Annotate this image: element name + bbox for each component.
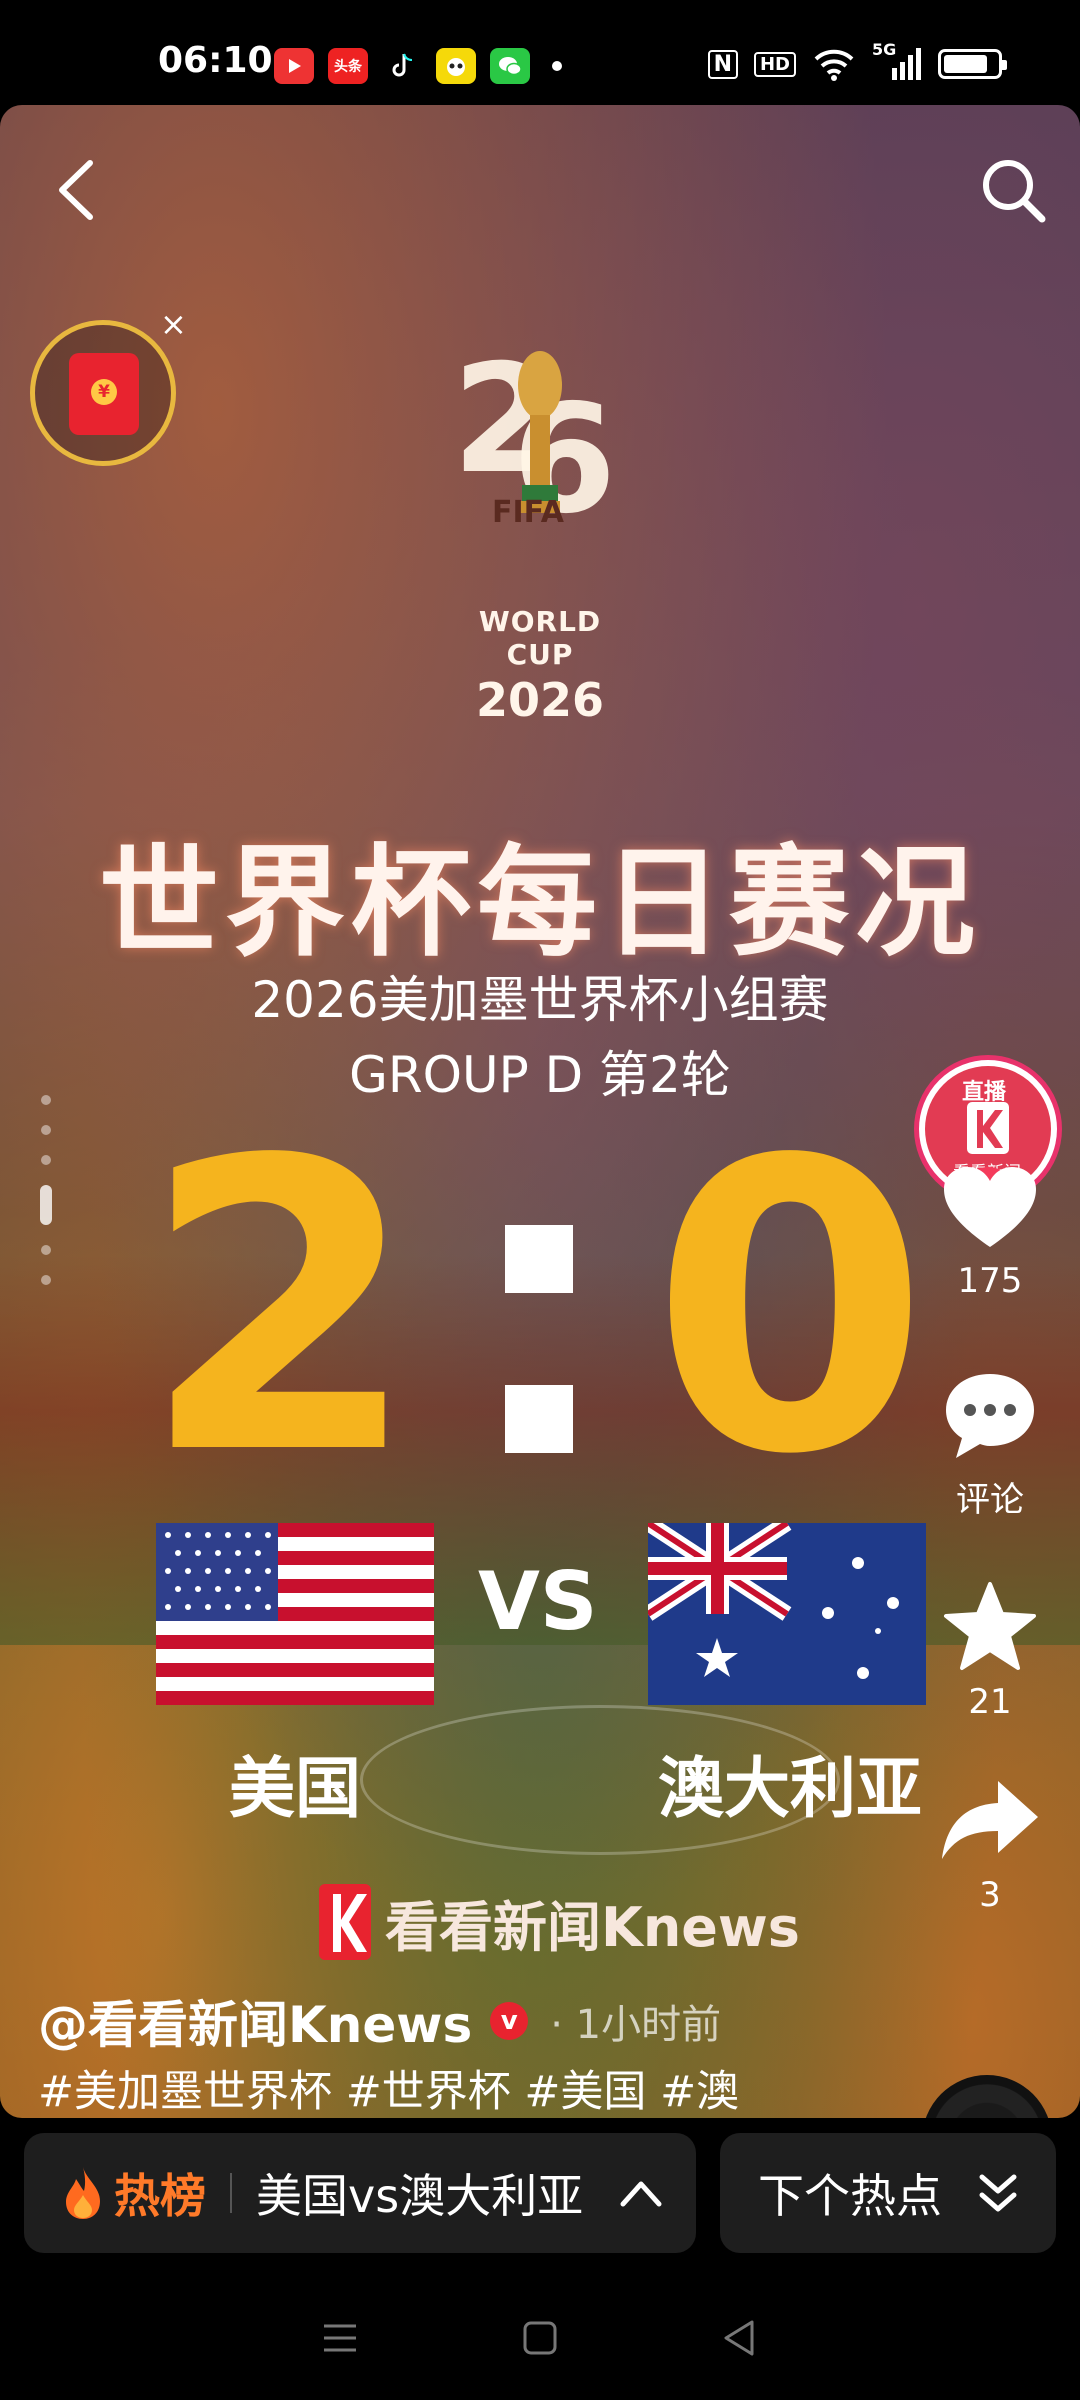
- cell-signal-icon: 5G: [872, 40, 922, 82]
- share-button[interactable]: 3: [920, 1775, 1060, 1915]
- status-right: N HD 5G: [707, 40, 1007, 82]
- knews-watermark: 看看新闻Knews: [315, 1880, 800, 1964]
- favorite-count: 21: [968, 1682, 1012, 1722]
- world-cup-wordmark: WORLD CUP 2026: [475, 605, 605, 727]
- score-colon-top: [505, 1225, 573, 1293]
- favorite-button[interactable]: 21: [920, 1580, 1060, 1722]
- next-hot-label: 下个热点: [758, 2169, 942, 2223]
- comment-button[interactable]: 评论: [920, 1370, 1060, 1521]
- home-icon[interactable]: [520, 2318, 560, 2358]
- red-packet-close-icon[interactable]: ×: [160, 305, 187, 343]
- carousel-indicator: [38, 1095, 54, 1305]
- battery-icon: [938, 49, 1007, 79]
- video-subtitle: 2026美加墨世界杯小组赛: [251, 971, 829, 1029]
- nfc-icon: N: [707, 49, 738, 79]
- share-icon: [942, 1781, 1038, 1859]
- divider: [230, 2173, 232, 2213]
- video-player[interactable]: ¥ × 2 6 FIFA WORLD CUP 2026 世界杯每日赛况 2026…: [0, 105, 1080, 2118]
- trophy-icon: [518, 351, 562, 513]
- like-count: 175: [957, 1261, 1023, 1301]
- fire-icon: [66, 2167, 100, 2219]
- hd-icon: HD: [753, 51, 796, 77]
- music-disc-icon[interactable]: [922, 2075, 1052, 2118]
- video-title: 世界杯每日赛况: [99, 834, 981, 973]
- hot-list-bar[interactable]: 热榜 美国vs澳大利亚: [24, 2133, 696, 2253]
- heart-icon: [944, 1167, 1036, 1247]
- double-chevron-down-icon: [979, 2174, 1017, 2212]
- comment-label: 评论: [956, 1480, 1024, 1520]
- usa-flag-icon: [156, 1523, 434, 1705]
- knews-avatar-icon: [967, 1102, 1009, 1154]
- team-home-name: 美国: [229, 1750, 361, 1827]
- youtube-icon: [274, 48, 314, 84]
- hot-list-label: 热榜: [114, 2169, 206, 2223]
- comment-icon: [946, 1374, 1034, 1458]
- world-cup-logo: 2 6 FIFA: [452, 333, 617, 547]
- verified-icon: v: [490, 2002, 529, 2040]
- panda-icon: [436, 48, 476, 84]
- hot-topic: 美国vs澳大利亚: [256, 2169, 584, 2223]
- tiktok-icon: [382, 48, 422, 84]
- search-icon[interactable]: [976, 153, 1050, 227]
- author-line: @看看新闻Knews v · 1小时前: [38, 1985, 721, 2057]
- menu-icon[interactable]: [320, 2318, 360, 2358]
- team-away-name: 澳大利亚: [658, 1750, 922, 1827]
- score-home: 2: [140, 1077, 420, 1542]
- star-icon: [944, 1582, 1036, 1670]
- status-bar: 06:10 头条 N HD 5G: [0, 0, 1080, 105]
- notification-icons: 头条: [274, 48, 562, 84]
- author-name[interactable]: @看看新闻Knews: [38, 1985, 472, 2057]
- knews-logo-icon: [319, 1884, 371, 1960]
- chevron-up-icon[interactable]: [619, 2178, 663, 2208]
- score-away: 0: [650, 1077, 930, 1542]
- share-count: 3: [979, 1875, 1001, 1915]
- more-notifications-dot: [552, 61, 562, 71]
- score-colon-bottom: [505, 1385, 573, 1453]
- post-hashtags[interactable]: #美加墨世界杯 #世界杯 #美国 #澳大利亚 #美国2比0澳大利亚: [38, 2060, 778, 2118]
- back-nav-icon[interactable]: [720, 2318, 760, 2358]
- like-button[interactable]: 175: [920, 1165, 1060, 1301]
- next-hot-button[interactable]: 下个热点: [720, 2133, 1056, 2253]
- red-packet-widget[interactable]: ¥: [30, 320, 176, 466]
- wechat-icon: [490, 48, 530, 84]
- red-packet-icon: ¥: [69, 353, 139, 435]
- wifi-icon: [814, 49, 854, 81]
- toutiao-icon: 头条: [328, 48, 368, 84]
- system-nav-bar: [0, 2275, 1080, 2400]
- australia-flag-icon: [648, 1523, 926, 1705]
- vs-label: VS: [478, 1555, 598, 1648]
- back-icon[interactable]: [50, 155, 110, 225]
- status-time: 06:10: [158, 40, 273, 81]
- post-time: · 1小时前: [550, 2002, 722, 2048]
